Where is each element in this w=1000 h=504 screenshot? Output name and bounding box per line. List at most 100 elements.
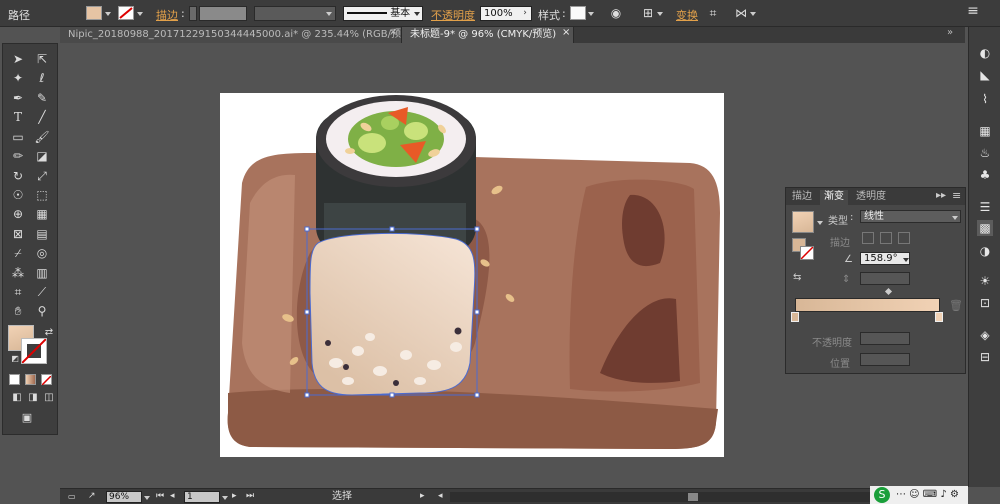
close-icon[interactable]: × xyxy=(562,27,570,38)
stroke-weight-stepper[interactable] xyxy=(189,6,197,21)
scrollbar-thumb[interactable] xyxy=(688,493,698,501)
tab-transparency[interactable]: 透明度 xyxy=(852,190,890,205)
isolate-icon[interactable]: ⌗ xyxy=(705,6,721,20)
chevron-down-icon[interactable] xyxy=(903,258,909,262)
graphic-styles-icon[interactable]: ⊡ xyxy=(977,295,993,311)
stroke-swatch[interactable] xyxy=(118,6,134,20)
eraser-icon[interactable]: ◪ xyxy=(32,147,52,165)
prev-page-icon[interactable]: ◂ xyxy=(170,491,175,503)
line-icon[interactable]: ╱ xyxy=(32,108,52,126)
page-field[interactable]: 1 xyxy=(184,491,220,503)
gradient-mode-button[interactable] xyxy=(25,374,36,385)
lasso-icon[interactable]: ℓ xyxy=(32,69,52,87)
tab-document-2[interactable]: 未标题-9* @ 96% (CMYK/预览) xyxy=(402,27,574,43)
gradient-panel-icon[interactable]: ▩ xyxy=(977,220,993,236)
gradient-slider[interactable] xyxy=(795,298,940,312)
midpoint-diamond[interactable] xyxy=(884,287,893,296)
chevron-down-icon[interactable] xyxy=(222,496,228,500)
transparency-panel-icon[interactable]: ◑ xyxy=(977,243,993,259)
color-guide-icon[interactable]: ◣ xyxy=(977,67,993,83)
next-page-icon[interactable]: ▸ xyxy=(232,491,237,503)
chevron-down-icon[interactable] xyxy=(588,12,594,16)
zoom-icon[interactable]: ⚲ xyxy=(32,302,52,320)
pencil-icon[interactable]: ✏ xyxy=(8,147,28,165)
transform-link[interactable]: 变换 xyxy=(676,7,698,23)
first-page-icon[interactable]: ⏮ xyxy=(156,491,164,503)
draw-inside-icon[interactable]: ◫ xyxy=(39,389,59,407)
layers-icon[interactable]: ◈ xyxy=(977,327,993,343)
fill-swatch[interactable] xyxy=(86,6,102,20)
eyedropper-icon[interactable]: ⌿ xyxy=(8,244,28,262)
chevron-down-icon[interactable] xyxy=(137,12,143,16)
tab-gradient[interactable]: 渐变 xyxy=(820,190,848,205)
rotate-icon[interactable]: ↻ xyxy=(8,167,28,185)
curvature-icon[interactable]: ✎ xyxy=(32,89,52,107)
none-mode-button[interactable] xyxy=(41,374,52,386)
status-menu-icon[interactable]: ▸ xyxy=(420,491,425,503)
recolor-artwork-icon[interactable]: ◉ xyxy=(608,6,624,20)
chevron-down-icon[interactable] xyxy=(750,12,756,16)
slice-icon[interactable]: ⟋ xyxy=(32,283,52,301)
chevron-down-icon[interactable] xyxy=(817,221,823,225)
export-icon[interactable]: ↗ xyxy=(88,491,96,503)
tray-icons[interactable]: ⋯ ☺ ⌨ ♪ ⚙ xyxy=(896,489,959,500)
color-wheel-icon[interactable]: ◐ xyxy=(977,45,993,61)
variable-width-dropdown[interactable] xyxy=(254,6,336,21)
stroke-panel-icon[interactable]: ☰ xyxy=(977,199,993,215)
collapse-panel-icon[interactable]: ▸▸ xyxy=(936,190,946,201)
chevron-right-icon[interactable]: › xyxy=(520,6,530,20)
artboard-icon[interactable]: ⌗ xyxy=(8,283,28,301)
input-method-icon[interactable]: S xyxy=(874,487,890,503)
scroll-left-icon[interactable]: ◂ xyxy=(438,491,443,503)
chevron-down-icon[interactable] xyxy=(657,12,663,16)
stroke-weight-field[interactable] xyxy=(199,6,247,21)
stroke-label[interactable]: 描边 xyxy=(156,7,178,23)
artboard[interactable] xyxy=(220,93,724,457)
panel-menu-icon[interactable]: ≡ xyxy=(952,189,961,202)
reverse-gradient-icon[interactable]: ⇆ xyxy=(793,272,801,283)
screen-mode-icon[interactable]: ▣ xyxy=(17,409,37,427)
gradient-type-select[interactable]: 线性 xyxy=(860,210,961,223)
warp-icon[interactable]: ☉ xyxy=(8,186,28,204)
default-colors-icon[interactable]: ◩ xyxy=(5,350,25,368)
opacity-label[interactable]: 不透明度 xyxy=(431,7,475,23)
scale-icon[interactable]: ⤢ xyxy=(32,167,52,185)
paintbrush-icon[interactable]: 🖌︎ xyxy=(32,128,52,146)
panel-menu-icon[interactable]: ≡ xyxy=(958,4,988,18)
tab-stroke[interactable]: 描边 xyxy=(788,190,816,205)
arrange-icon[interactable]: ⋈ xyxy=(733,6,749,20)
gradient-stop-left[interactable] xyxy=(791,312,799,322)
graphic-style-swatch[interactable] xyxy=(570,6,586,20)
stroke-gradient-across-icon[interactable] xyxy=(898,232,910,244)
swap-colors-icon[interactable]: ⇄ xyxy=(39,324,59,342)
gradient-icon[interactable]: ▤ xyxy=(32,225,52,243)
magic-wand-icon[interactable]: ✦ xyxy=(8,69,28,87)
brushes-icon[interactable]: ♨ xyxy=(977,145,993,161)
direct-selection-icon[interactable]: ⇱ xyxy=(32,50,52,68)
trash-icon[interactable]: 🗑︎ xyxy=(949,299,963,312)
screen-mode-icon[interactable]: ▭ xyxy=(68,491,76,503)
close-icon[interactable]: × xyxy=(389,27,397,38)
column-graph-icon[interactable]: ▥ xyxy=(32,264,52,282)
chevron-down-icon[interactable] xyxy=(144,496,150,500)
stroke-profile-dropdown[interactable]: 基本 xyxy=(343,6,423,21)
stroke-indicator[interactable] xyxy=(800,246,814,260)
chevron-down-icon[interactable] xyxy=(105,12,111,16)
selection-arrow-icon[interactable]: ➤ xyxy=(8,50,28,68)
rectangle-icon[interactable]: ▭ xyxy=(8,128,28,146)
color-mode-button[interactable] xyxy=(9,374,20,385)
stroke-gradient-within-icon[interactable] xyxy=(862,232,874,244)
align-icon[interactable]: ⊞ xyxy=(640,6,656,20)
paintbrush-icon[interactable]: ⌇ xyxy=(977,91,993,107)
tab-document-1[interactable]: Nipic_20180988_20171229150344445000.ai* … xyxy=(60,27,402,55)
gradient-stop-right[interactable] xyxy=(935,312,943,322)
free-transform-icon[interactable]: ⬚ xyxy=(32,186,52,204)
tab-overflow-icon[interactable]: » xyxy=(947,27,953,38)
shape-builder-icon[interactable]: ⊕ xyxy=(8,205,28,223)
mesh-icon[interactable]: ⊠ xyxy=(8,225,28,243)
last-page-icon[interactable]: ⏭ xyxy=(246,491,254,503)
pen-icon[interactable]: ✒ xyxy=(8,89,28,107)
swatches-icon[interactable]: ▦ xyxy=(977,123,993,139)
blend-icon[interactable]: ◎ xyxy=(32,244,52,262)
type-icon[interactable]: T xyxy=(8,108,28,126)
